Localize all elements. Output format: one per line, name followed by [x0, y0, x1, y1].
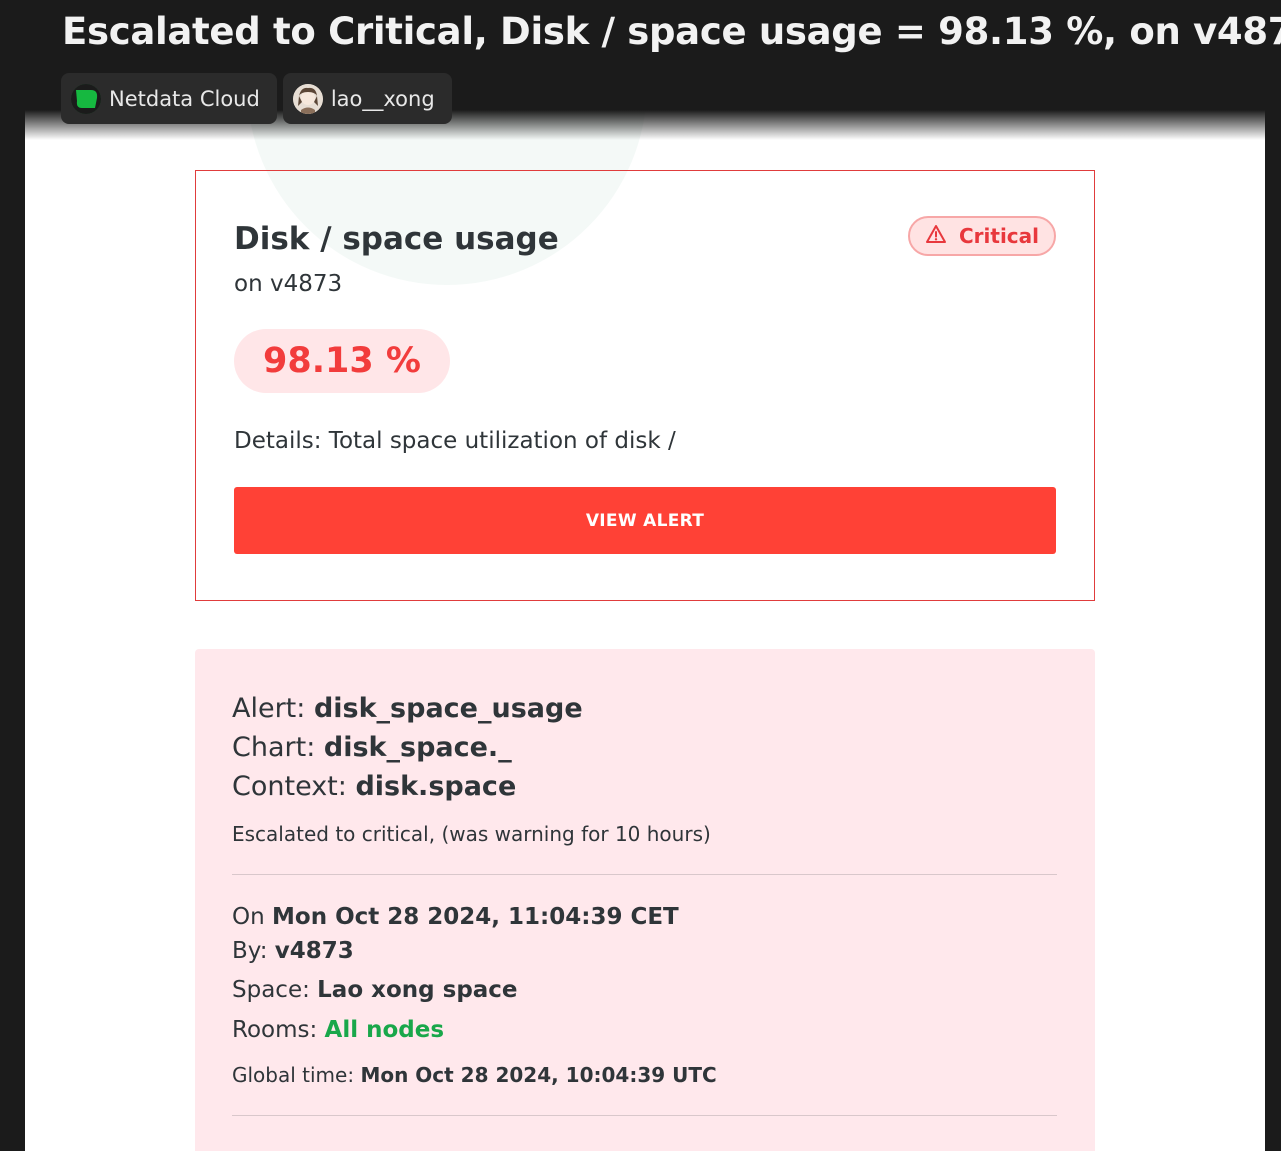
- divider: [232, 874, 1057, 875]
- view-alert-button[interactable]: VIEW ALERT: [234, 487, 1056, 554]
- chart-label: Chart:: [232, 732, 324, 763]
- chart-row: Chart: disk_space._: [232, 732, 512, 763]
- netdata-logo-icon: [71, 83, 101, 114]
- alert-title: Disk / space usage: [234, 221, 559, 257]
- by-label: By:: [232, 938, 275, 964]
- alert-value: 98.13 %: [234, 329, 450, 393]
- global-time-row: Global time: Mon Oct 28 2024, 10:04:39 U…: [232, 1063, 717, 1087]
- sender-chips: Netdata Cloud lao__xong: [61, 73, 452, 124]
- avatar-icon: [292, 83, 323, 114]
- warning-triangle-icon: [925, 224, 947, 249]
- global-time-label: Global time:: [232, 1063, 361, 1087]
- on-row: On Mon Oct 28 2024, 11:04:39 CET: [232, 904, 679, 930]
- chart-value: disk_space._: [323, 732, 512, 763]
- email-body: Disk / space usage on v4873 Critical 98.…: [25, 110, 1265, 1151]
- space-label: Space:: [232, 977, 318, 1003]
- email-subject: Escalated to Critical, Disk / space usag…: [62, 10, 1281, 53]
- alert-info-card: Alert: disk_space_usage Chart: disk_spac…: [195, 649, 1095, 1151]
- alert-card: Disk / space usage on v4873 Critical 98.…: [195, 170, 1095, 601]
- rooms-row: Rooms: All nodes: [232, 1017, 444, 1043]
- context-value: disk.space: [355, 771, 517, 802]
- alert-name-row: Alert: disk_space_usage: [232, 693, 583, 724]
- chip-user[interactable]: lao__xong: [282, 73, 452, 124]
- alert-name-value: disk_space_usage: [313, 693, 583, 724]
- on-label: On: [232, 904, 272, 930]
- alert-details: Details: Total space utilization of disk…: [234, 428, 676, 454]
- alert-name-label: Alert:: [232, 693, 314, 724]
- chip-label: Netdata Cloud: [109, 86, 260, 111]
- global-time-value: Mon Oct 28 2024, 10:04:39 UTC: [360, 1063, 717, 1087]
- on-value: Mon Oct 28 2024, 11:04:39 CET: [272, 904, 679, 930]
- chip-label: lao__xong: [330, 86, 435, 111]
- status-badge: Critical: [908, 216, 1056, 256]
- by-row: By: v4873: [232, 938, 354, 964]
- status-label: Critical: [958, 224, 1040, 248]
- alert-node: on v4873: [234, 271, 343, 297]
- rooms-label: Rooms:: [232, 1017, 325, 1043]
- escalation-note: Escalated to critical, (was warning for …: [232, 822, 711, 846]
- space-value: Lao xong space: [317, 977, 518, 1003]
- space-row: Space: Lao xong space: [232, 977, 518, 1003]
- divider: [232, 1115, 1057, 1116]
- context-label: Context:: [232, 771, 356, 802]
- by-value: v4873: [274, 938, 354, 964]
- context-row: Context: disk.space: [232, 771, 516, 802]
- chip-netdata-cloud[interactable]: Netdata Cloud: [61, 73, 277, 124]
- rooms-link[interactable]: All nodes: [325, 1017, 445, 1043]
